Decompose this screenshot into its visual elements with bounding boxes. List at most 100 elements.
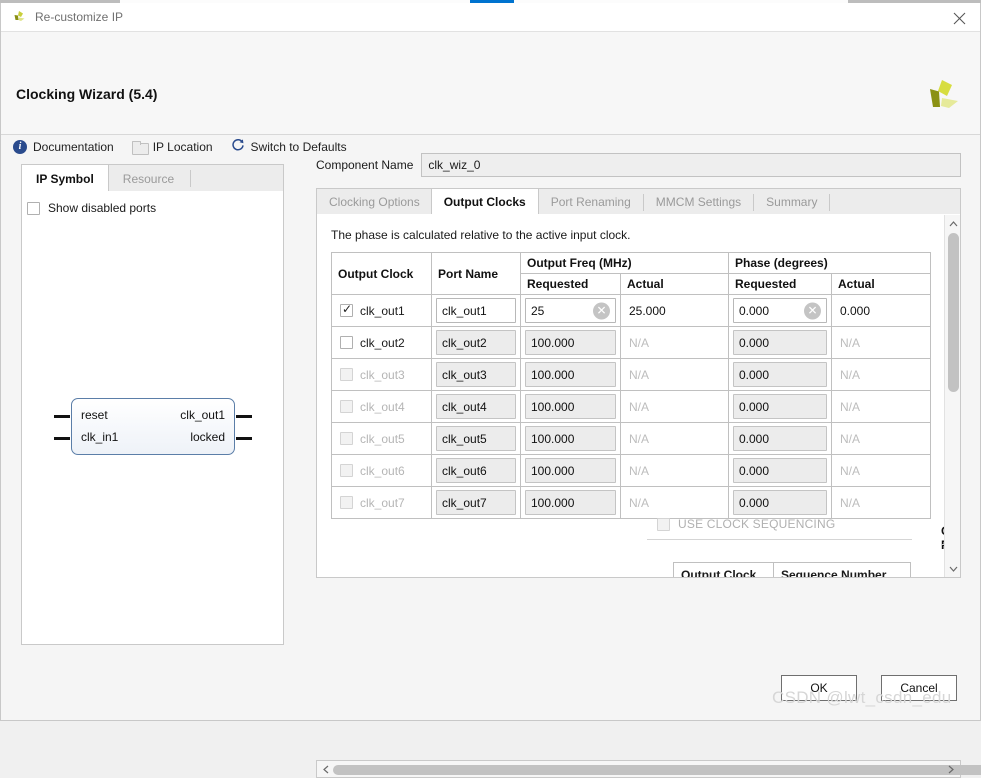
freq-actual-cell: N/A: [620, 358, 729, 391]
phase-requested-cell[interactable]: 0.000: [728, 390, 832, 423]
show-disabled-ports-row[interactable]: Show disabled ports: [27, 201, 156, 215]
freq-actual-cell: 25.000: [620, 294, 729, 327]
port-name-cell[interactable]: clk_out6: [431, 454, 521, 487]
enable-clk_out6-checkbox[interactable]: [340, 464, 353, 477]
close-icon[interactable]: [948, 7, 970, 29]
enable-clk_out4-checkbox[interactable]: [340, 400, 353, 413]
component-name-row: Component Name clk_wiz_0: [316, 153, 961, 177]
freq-requested-input[interactable]: 100.000: [525, 394, 616, 419]
freq-requested-input[interactable]: 100.000: [525, 490, 616, 515]
port-name-input[interactable]: clk_out4: [436, 394, 516, 419]
tab-summary[interactable]: Summary: [754, 189, 829, 215]
phase-requested-input[interactable]: 0.000: [733, 330, 827, 355]
phase-requested-cell[interactable]: 0.000: [728, 326, 832, 359]
port-name-input[interactable]: clk_out1: [436, 298, 516, 323]
vertical-scrollbar-thumb[interactable]: [948, 233, 959, 392]
freq-requested-cell[interactable]: 25 ✕: [520, 294, 621, 327]
scroll-right-icon[interactable]: [943, 761, 959, 777]
port-name-cell[interactable]: clk_out3: [431, 358, 521, 391]
show-disabled-ports-checkbox[interactable]: [27, 201, 40, 215]
port-name-cell[interactable]: clk_out4: [431, 390, 521, 423]
freq-requested-input[interactable]: 100.000: [525, 362, 616, 387]
freq-requested-cell[interactable]: 100.000: [520, 326, 621, 359]
scroll-left-icon[interactable]: [318, 761, 334, 777]
port-name-cell[interactable]: clk_out1: [431, 294, 521, 327]
output-clock-name: clk_out3: [360, 367, 405, 382]
freq-actual-value: N/A: [629, 399, 650, 414]
tab-ip-symbol[interactable]: IP Symbol: [21, 165, 109, 193]
port-name-input[interactable]: clk_out7: [436, 490, 516, 515]
freq-requested-cell[interactable]: 100.000: [520, 390, 621, 423]
tab-resource[interactable]: Resource: [109, 165, 188, 192]
output-clock-cell[interactable]: clk_out3: [331, 358, 432, 391]
tab-resource-label: Resource: [122, 171, 175, 186]
phase-requested-input[interactable]: 0.000: [733, 490, 827, 515]
phase-requested-input[interactable]: 0.000: [733, 426, 827, 451]
tab-divider: [190, 170, 192, 187]
use-clock-sequencing-checkbox[interactable]: [657, 517, 670, 531]
scroll-down-icon[interactable]: [945, 561, 961, 576]
cancel-button[interactable]: Cancel: [881, 675, 957, 701]
freq-requested-cell[interactable]: 100.000: [520, 454, 621, 487]
phase-requested-cell[interactable]: 0.000: [728, 358, 832, 391]
tab-ip-symbol-label: IP Symbol: [36, 171, 94, 186]
port-name-cell[interactable]: clk_out5: [431, 422, 521, 455]
clear-freq-icon[interactable]: ✕: [593, 302, 610, 319]
port-name-cell[interactable]: clk_out2: [431, 326, 521, 359]
freq-requested-input[interactable]: 100.000: [525, 330, 616, 355]
tab-output-clocks[interactable]: Output Clocks: [430, 189, 539, 216]
phase-requested-cell[interactable]: 0.000: [728, 486, 832, 519]
phase-requested-input[interactable]: 0.000: [733, 394, 827, 419]
output-clock-cell[interactable]: clk_out2: [331, 326, 432, 359]
pin-locked: [236, 437, 252, 440]
output-clock-cell[interactable]: clk_out6: [331, 454, 432, 487]
tab-clocking-options[interactable]: Clocking Options: [317, 189, 432, 215]
horizontal-scrollbar[interactable]: [316, 760, 981, 778]
dialog-titlebar: Re-customize IP: [1, 3, 980, 32]
enable-clk_out5-checkbox[interactable]: [340, 432, 353, 445]
phase-hint-text: The phase is calculated relative to the …: [331, 228, 631, 242]
enable-clk_out1-checkbox[interactable]: [340, 302, 353, 317]
phase-requested-input[interactable]: 0.000: [733, 458, 827, 483]
output-clock-cell[interactable]: clk_out4: [331, 390, 432, 423]
port-name-input[interactable]: clk_out3: [436, 362, 516, 387]
freq-requested-input[interactable]: 100.000: [525, 458, 616, 483]
horizontal-scrollbar-thumb[interactable]: [333, 765, 981, 775]
freq-requested-cell[interactable]: 100.000: [520, 486, 621, 519]
freq-requested-input[interactable]: 25 ✕: [525, 298, 616, 323]
component-name-input[interactable]: clk_wiz_0: [421, 153, 961, 177]
use-clock-sequencing-label: USE CLOCK SEQUENCING: [678, 517, 836, 531]
freq-requested-input[interactable]: 100.000: [525, 426, 616, 451]
tab-mmcm-settings-label: MMCM Settings: [655, 195, 742, 209]
tab-port-renaming[interactable]: Port Renaming: [539, 189, 643, 215]
port-label-reset: reset: [81, 408, 108, 422]
port-name-input[interactable]: clk_out5: [436, 426, 516, 451]
ok-button[interactable]: OK: [781, 675, 857, 701]
tab-mmcm-settings[interactable]: MMCM Settings: [644, 189, 753, 215]
freq-actual-cell: N/A: [620, 454, 729, 487]
freq-requested-cell[interactable]: 100.000: [520, 422, 621, 455]
phase-requested-input[interactable]: 0.000 ✕: [733, 298, 827, 323]
phase-requested-input[interactable]: 0.000: [733, 362, 827, 387]
phase-requested-cell[interactable]: 0.000: [728, 422, 832, 455]
enable-clk_out2-checkbox[interactable]: [340, 336, 353, 349]
output-clock-cell[interactable]: clk_out5: [331, 422, 432, 455]
output-clock-name: clk_out1: [360, 303, 405, 318]
freq-requested-cell[interactable]: 100.000: [520, 358, 621, 391]
page-title: Clocking Wizard (5.4): [16, 86, 158, 102]
output-clock-cell[interactable]: clk_out1: [331, 294, 432, 327]
vertical-scrollbar[interactable]: [944, 215, 960, 577]
use-clock-sequencing-row[interactable]: USE CLOCK SEQUENCING: [657, 517, 835, 531]
phase-requested-cell[interactable]: 0.000: [728, 454, 832, 487]
enable-clk_out7-checkbox[interactable]: [340, 496, 353, 509]
output-clock-cell[interactable]: clk_out7: [331, 486, 432, 519]
scroll-up-icon[interactable]: [945, 216, 961, 231]
phase-requested-cell[interactable]: 0.000 ✕: [728, 294, 832, 327]
port-name-input[interactable]: clk_out2: [436, 330, 516, 355]
clear-phase-icon[interactable]: ✕: [804, 302, 821, 319]
port-label-clk-in1: clk_in1: [81, 430, 119, 444]
port-name-input[interactable]: clk_out6: [436, 458, 516, 483]
enable-clk_out3-checkbox[interactable]: [340, 368, 353, 381]
phase-actual-cell: N/A: [831, 422, 931, 455]
port-name-cell[interactable]: clk_out7: [431, 486, 521, 519]
